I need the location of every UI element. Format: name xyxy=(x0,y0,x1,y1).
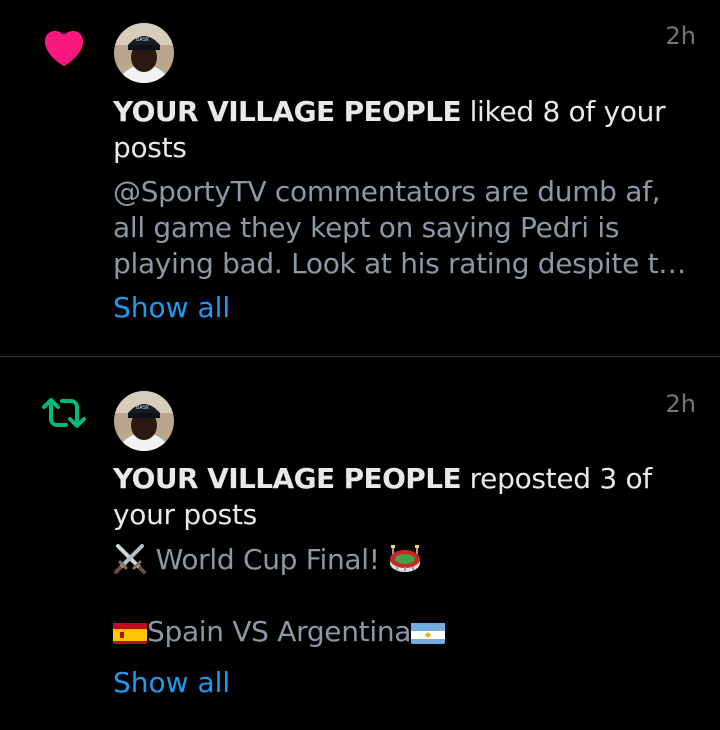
argentina-flag-icon xyxy=(411,620,446,644)
notification-like[interactable]: BASK 2h YOUR VILLAGE PEOPLE liked 8 of y… xyxy=(0,0,720,356)
preview-text: Spain VS Argentina xyxy=(147,615,412,648)
avatar[interactable]: BASK xyxy=(114,23,174,83)
avatar[interactable]: BASK xyxy=(114,391,174,451)
notification-headline: YOUR VILLAGE PEOPLE liked 8 of your post… xyxy=(113,94,703,166)
user-name[interactable]: YOUR VILLAGE PEOPLE xyxy=(113,462,462,495)
preview-text: World Cup Final! xyxy=(147,543,389,576)
post-preview[interactable]: @SportyTV commentators are dumb af, all … xyxy=(113,174,693,282)
notification-headline: YOUR VILLAGE PEOPLE reposted 3 of your p… xyxy=(113,461,703,533)
preview-line: World Cup Final! xyxy=(113,541,693,578)
crossed-swords-icon xyxy=(113,541,147,575)
timestamp: 2h xyxy=(665,22,696,50)
stadium-icon xyxy=(388,541,422,575)
show-all-link[interactable]: Show all xyxy=(113,290,230,326)
user-name[interactable]: YOUR VILLAGE PEOPLE xyxy=(113,95,462,128)
heart-icon xyxy=(40,25,88,69)
repost-icon xyxy=(40,391,88,435)
timestamp: 2h xyxy=(665,390,696,418)
spain-flag-icon xyxy=(113,620,147,644)
notification-repost[interactable]: BASK 2h YOUR VILLAGE PEOPLE reposted 3 o… xyxy=(0,357,720,730)
avatar-cap-text: BASK xyxy=(136,37,150,43)
post-preview[interactable]: World Cup Final! Spain VS Argentina xyxy=(113,541,693,650)
avatar-cap-text: BASK xyxy=(136,405,150,411)
preview-line: Spain VS Argentina xyxy=(113,614,693,650)
show-all-link[interactable]: Show all xyxy=(113,665,230,701)
